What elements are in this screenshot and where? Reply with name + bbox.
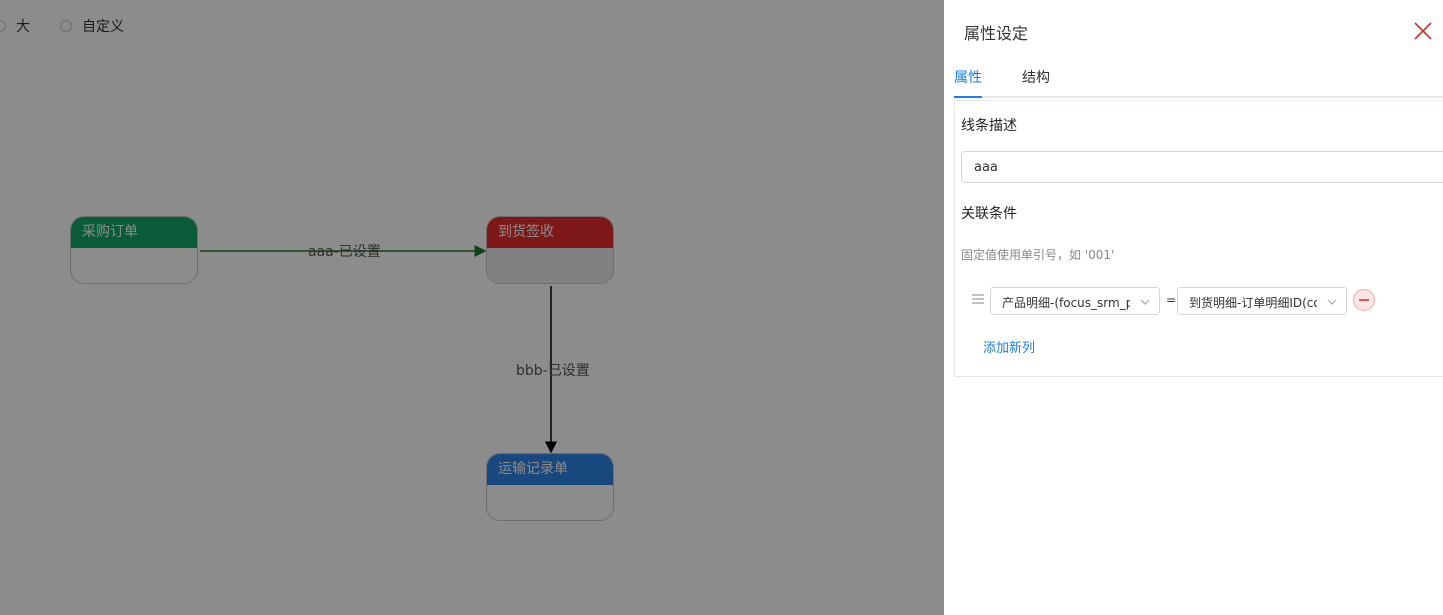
left-field-select[interactable]: 产品明细-(focus_srm_p [990, 287, 1160, 315]
hint-text: 固定值使用单引号，如 '001' [961, 248, 1115, 262]
right-field-select[interactable]: 到货明细-订单明细ID(co [1177, 287, 1347, 315]
line-desc-label: 线条描述 [961, 118, 1017, 134]
add-column-link[interactable]: 添加新列 [983, 337, 1035, 356]
line-desc-input[interactable] [961, 151, 1443, 183]
select-value: 到货明细-订单明细ID(co [1189, 296, 1317, 310]
chevron-down-icon [1327, 299, 1337, 305]
tab-active-indicator [954, 96, 982, 98]
operator-text: = [1166, 293, 1177, 307]
drawer-title: 属性设定 [964, 24, 1029, 43]
attributes-panel: 线条描述 关联条件 固定值使用单引号，如 '001' 产品明细-(focus_s… [954, 100, 1443, 377]
drawer-mask-overlay[interactable] [0, 0, 944, 615]
remove-condition-button[interactable] [1353, 289, 1375, 311]
close-button[interactable] [1412, 20, 1434, 42]
close-icon[interactable] [1412, 20, 1434, 42]
condition-label: 关联条件 [961, 206, 1017, 222]
tab-bar: 属性 结构 [954, 62, 1443, 98]
drag-handle-icon[interactable] [971, 293, 985, 305]
condition-row: 产品明细-(focus_srm_p = 到货明细-订单明细ID(co [971, 287, 1441, 315]
tab-structure[interactable]: 结构 [1022, 67, 1050, 87]
chevron-down-icon [1140, 299, 1150, 305]
property-drawer: 属性设定 属性 结构 线条描述 关联条件 固定值使用单引号，如 '001' 产品… [944, 0, 1443, 615]
select-value: 产品明细-(focus_srm_p [1002, 296, 1130, 310]
tab-attributes[interactable]: 属性 [954, 67, 982, 87]
